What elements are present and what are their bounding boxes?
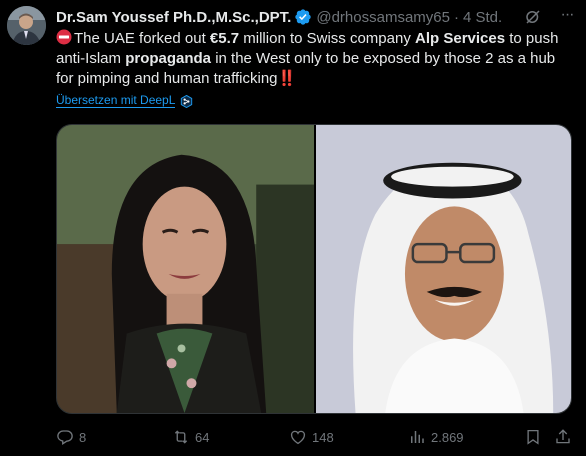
- author-name[interactable]: Dr.Sam Youssef Ph.D.,M.Sc.,DPT.: [56, 9, 291, 26]
- reply-count: 8: [79, 429, 87, 445]
- author-handle[interactable]: @drhossamsamy65: [316, 9, 450, 26]
- photo-man[interactable]: [314, 125, 571, 413]
- like-count: 148: [312, 429, 334, 445]
- like-icon: [290, 430, 306, 445]
- double-exclamation-emoji: ‼️: [277, 70, 297, 87]
- action-bar: 8 64 148 2.869: [56, 426, 576, 448]
- more-icon[interactable]: ···: [556, 6, 578, 26]
- tweet-header: Dr.Sam Youssef Ph.D.,M.Sc.,DPT. @drhossa…: [56, 6, 578, 28]
- repost-count: 64: [195, 429, 210, 445]
- verified-badge-icon: [295, 9, 312, 25]
- no-entry-icon: [56, 29, 72, 45]
- reply-icon: [57, 430, 73, 446]
- media-grid: [56, 124, 572, 414]
- views-button[interactable]: 2.869: [408, 428, 464, 446]
- separator-dot: ·: [453, 8, 459, 26]
- text-bold-company: Alp Services: [415, 30, 506, 47]
- views-count: 2.869: [431, 429, 464, 445]
- tweet-text: The UAE forked out €5.7 million to Swiss…: [56, 29, 576, 89]
- text-bold-propaganda: propaganda: [125, 50, 212, 67]
- timestamp[interactable]: 4 Std.: [463, 9, 502, 26]
- grok-icon[interactable]: [524, 8, 542, 26]
- text-bold-amount: €5.7: [209, 30, 240, 47]
- avatar[interactable]: [7, 6, 46, 45]
- reply-button[interactable]: 8: [56, 428, 86, 446]
- text-part: million to Swiss company: [239, 30, 416, 47]
- deepl-icon: [181, 94, 193, 108]
- like-button[interactable]: 148: [289, 428, 334, 446]
- share-button[interactable]: [554, 428, 572, 446]
- bookmark-icon: [527, 429, 539, 445]
- repost-icon: [174, 430, 188, 444]
- text-part: The UAE forked out: [74, 30, 210, 47]
- translate-label[interactable]: Übersetzen mit DeepL: [56, 94, 176, 108]
- photo-woman[interactable]: [57, 125, 314, 413]
- share-icon: [556, 429, 570, 444]
- bookmark-button[interactable]: [524, 428, 542, 446]
- translate-link[interactable]: Übersetzen mit DeepL: [56, 94, 193, 108]
- views-icon: [411, 431, 424, 443]
- repost-button[interactable]: 64: [172, 428, 209, 446]
